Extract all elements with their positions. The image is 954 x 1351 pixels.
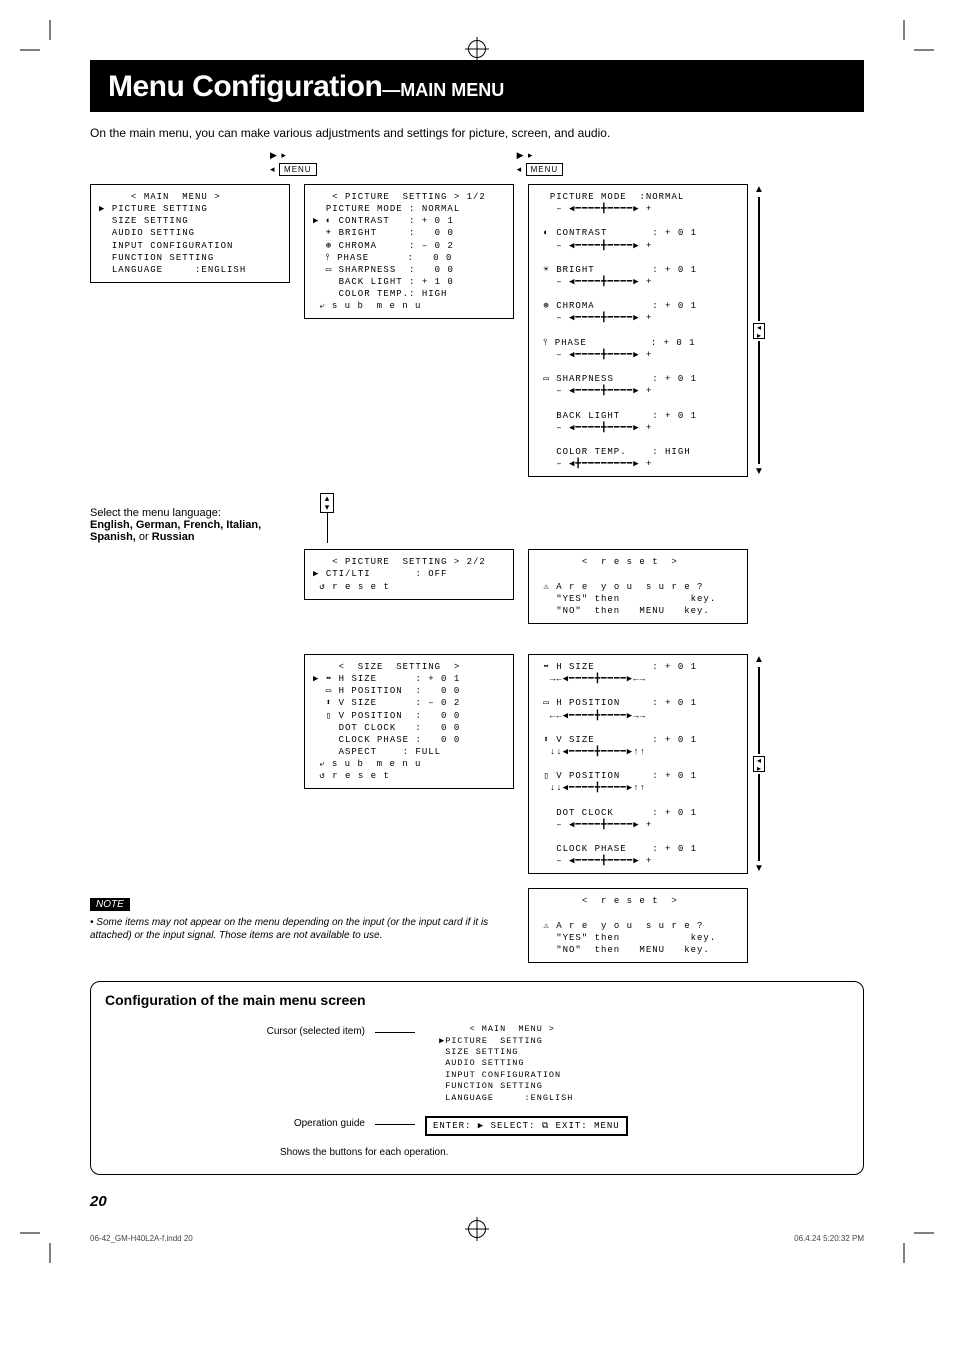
nav-hint-1: ▶ ▸ ◂ MENU <box>270 150 317 178</box>
osd-picture-p1: < PICTURE SETTING > 1/2 PICTURE MODE : N… <box>304 184 514 319</box>
footer-left: 06-42_GM-H40L2A-f.indd 20 <box>90 1234 193 1243</box>
note-box: NOTE • Some items may not appear on the … <box>90 894 514 942</box>
op-guide-sub: Shows the buttons for each operation. <box>280 1147 448 1158</box>
note-label: NOTE <box>90 898 130 911</box>
title-main: Menu Configuration <box>108 70 382 103</box>
registration-mark-top <box>468 40 486 63</box>
page-number: 20 <box>90 1193 864 1210</box>
menu-pill-2: MENU <box>526 163 564 176</box>
configuration-box: Configuration of the main menu screen Cu… <box>90 981 864 1175</box>
updown-arrow-icon: ▴▾ <box>320 493 334 513</box>
osd-size-menu: < SIZE SETTING > ▶ ⬌ H SIZE : + 0 1 ▭ H … <box>304 654 514 789</box>
footer-right: 06.4.24 5:20:32 PM <box>794 1234 864 1243</box>
title-sub: —MAIN MENU <box>382 80 504 100</box>
osd-mini-main: < MAIN MENU > ▶PICTURE SETTING SIZE SETT… <box>425 1018 625 1110</box>
osd-picture-sliders: PICTURE MODE :NORMAL – ◀━━━━╋━━━━▶ + ◐ C… <box>528 184 748 477</box>
note-text: • Some items may not appear on the menu … <box>90 916 514 942</box>
osd-reset-size: < r e s e t > ⚠ A r e y o u s u r e ? "Y… <box>528 888 748 963</box>
intro-text: On the main menu, you can make various a… <box>90 126 864 140</box>
osd-size-sliders: ⬌ H SIZE : + 0 1 →←◀━━━━╋━━━━▶←→ ▭ H POS… <box>528 654 748 874</box>
osd-picture-p2: < PICTURE SETTING > 2/2 ▶ CTI/LTI : OFF … <box>304 549 514 599</box>
cursor-label: Cursor (selected item) <box>105 1018 365 1037</box>
crop-mark-bl <box>20 1223 60 1263</box>
operation-guide: ENTER: ▶ SELECT: ⧉ EXIT: MENU <box>425 1116 628 1136</box>
crop-mark-tr <box>894 20 934 60</box>
scroll-indicator-picture: ▲◂▸▼ <box>752 184 766 477</box>
crop-mark-br <box>894 1223 934 1263</box>
scroll-indicator-size: ▲◂▸▼ <box>752 654 766 874</box>
osd-reset-picture: < r e s e t > ⚠ A r e y o u s u r e ? "Y… <box>528 549 748 624</box>
osd-main-menu: < MAIN MENU > ▶ PICTURE SETTING SIZE SET… <box>90 184 290 283</box>
configuration-title: Configuration of the main menu screen <box>105 992 849 1008</box>
menu-pill-1: MENU <box>279 163 317 176</box>
language-note: Select the menu language: English, Germa… <box>90 507 300 543</box>
registration-mark-bottom <box>468 1220 486 1243</box>
title-bar: Menu Configuration—MAIN MENU <box>90 60 864 112</box>
nav-hint-2: ▶ ▸ ◂ MENU <box>517 150 564 178</box>
crop-mark-tl <box>20 20 60 60</box>
op-guide-label: Operation guide <box>294 1118 365 1129</box>
